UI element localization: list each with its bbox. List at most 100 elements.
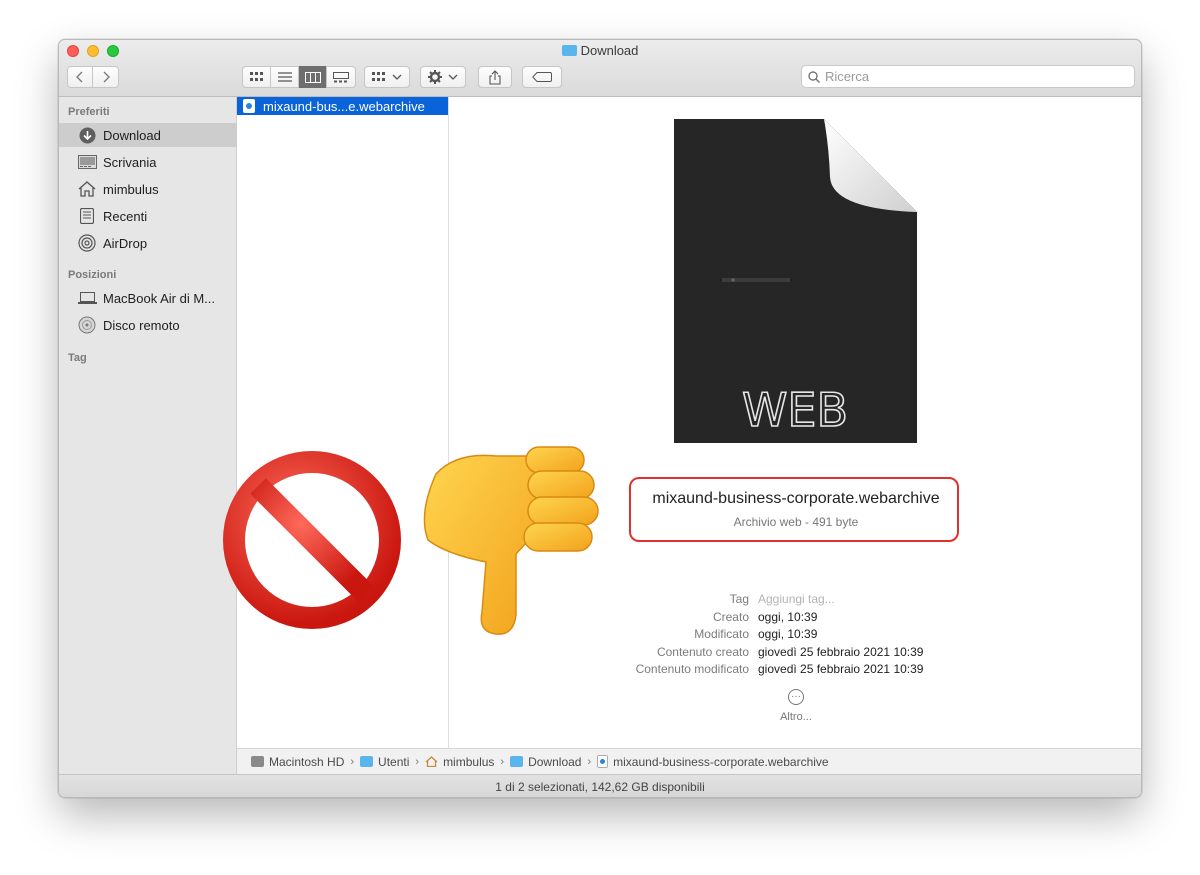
doc-badge-text: WEB bbox=[742, 383, 848, 437]
sidebar-item-macbook[interactable]: MacBook Air di M... bbox=[59, 286, 237, 310]
list-view-button[interactable] bbox=[271, 66, 300, 88]
back-button[interactable] bbox=[68, 66, 94, 88]
sidebar-header-locations: Posizioni bbox=[68, 269, 117, 281]
gallery-view-icon bbox=[333, 71, 350, 82]
info-value: oggi, 10:39 bbox=[758, 627, 818, 641]
airdrop-icon bbox=[77, 234, 97, 252]
info-label: Tag bbox=[729, 592, 749, 606]
sidebar-item-mimbulus[interactable]: mimbulus bbox=[59, 177, 237, 201]
status-bar: 1 di 2 selezionati, 142,62 GB disponibil… bbox=[59, 774, 1141, 797]
info-value: giovedì 25 febbraio 2021 10:39 bbox=[758, 645, 924, 659]
crumb-label: Macintosh HD bbox=[269, 754, 345, 769]
sidebar: Preferiti Download Scrivania mimbulus Re… bbox=[59, 97, 237, 774]
grid-view-icon bbox=[249, 72, 263, 81]
desktop-icon bbox=[77, 153, 97, 171]
crumb-label: mixaund-business-corporate.webarchive bbox=[613, 754, 829, 769]
file-column: mixaund-bus...e.webarchive bbox=[237, 97, 449, 748]
folder-icon bbox=[360, 756, 374, 767]
hard-drive-icon bbox=[251, 756, 264, 767]
column-view-button[interactable] bbox=[299, 66, 328, 88]
crumb-label: mimbulus bbox=[443, 754, 495, 769]
home-icon bbox=[77, 180, 97, 198]
prohibited-sign-icon bbox=[223, 451, 401, 629]
path-crumb-mimbulus[interactable]: mimbulus bbox=[425, 755, 494, 769]
group-by-button[interactable] bbox=[364, 66, 410, 88]
path-crumb-file[interactable]: mixaund-business-corporate.webarchive bbox=[597, 754, 829, 769]
share-button[interactable] bbox=[478, 66, 512, 88]
info-row-content-created: Contenuto creato giovedì 25 febbraio 202… bbox=[449, 645, 1141, 662]
sidebar-header-tags: Tag bbox=[68, 352, 87, 364]
window-title-text: Download bbox=[580, 43, 639, 58]
info-row-content-modified: Contenuto modificato giovedì 25 febbraio… bbox=[449, 662, 1141, 679]
info-value: oggi, 10:39 bbox=[758, 610, 818, 624]
folder-icon bbox=[510, 756, 524, 767]
nav-buttons bbox=[67, 66, 119, 88]
more-label: Altro... bbox=[780, 711, 812, 723]
more-button[interactable]: ··· Altro... bbox=[766, 689, 826, 723]
sidebar-item-label: mimbulus bbox=[103, 181, 159, 197]
share-icon bbox=[489, 69, 501, 85]
add-tags-field[interactable]: Aggiungi tag... bbox=[758, 592, 835, 606]
sidebar-item-label: MacBook Air di M... bbox=[103, 290, 215, 306]
ellipsis-icon: ··· bbox=[788, 689, 804, 705]
webarchive-file-icon bbox=[597, 755, 609, 768]
search-input[interactable] bbox=[825, 69, 1105, 84]
download-icon bbox=[77, 126, 97, 144]
sidebar-item-label: AirDrop bbox=[103, 235, 148, 251]
sidebar-item-download[interactable]: Download bbox=[59, 123, 237, 147]
forward-button[interactable] bbox=[93, 66, 118, 88]
search-icon bbox=[808, 70, 820, 83]
chevron-down-icon bbox=[392, 74, 402, 80]
path-crumb-download[interactable]: Download bbox=[510, 755, 581, 769]
filename-highlight-box bbox=[629, 477, 959, 542]
gallery-view-button[interactable] bbox=[327, 66, 355, 88]
sidebar-header-favorites: Preferiti bbox=[68, 106, 110, 118]
info-label: Contenuto creato bbox=[656, 645, 749, 659]
column-view-icon bbox=[304, 71, 321, 83]
sidebar-item-label: Download bbox=[103, 127, 161, 143]
crumb-label: Utenti bbox=[378, 754, 410, 769]
document-preview-icon: WEB bbox=[674, 119, 917, 443]
preview-pane: WEB mixaund-business-corporate.webarchiv… bbox=[449, 97, 1141, 748]
sidebar-item-scrivania[interactable]: Scrivania bbox=[59, 150, 237, 174]
sidebar-item-label: Scrivania bbox=[103, 154, 157, 170]
info-label: Creato bbox=[712, 610, 749, 624]
info-value: giovedì 25 febbraio 2021 10:39 bbox=[758, 662, 924, 676]
sidebar-item-label: Recenti bbox=[103, 208, 148, 224]
crumb-label: Download bbox=[528, 754, 582, 769]
sidebar-item-airdrop[interactable]: AirDrop bbox=[59, 231, 237, 255]
action-menu-button[interactable] bbox=[420, 66, 466, 88]
view-mode-segmented bbox=[242, 66, 356, 88]
info-label: Modificato bbox=[694, 627, 749, 641]
recents-icon bbox=[77, 207, 97, 225]
path-bar: Macintosh HD › Utenti › mimbulus › Downl… bbox=[237, 748, 1141, 774]
chevron-right-icon bbox=[103, 71, 110, 83]
sidebar-item-recenti[interactable]: Recenti bbox=[59, 204, 237, 228]
titlebar: Download bbox=[59, 40, 1141, 97]
gear-icon bbox=[428, 70, 442, 84]
file-row-selected[interactable]: mixaund-bus...e.webarchive bbox=[237, 97, 448, 115]
chevron-right-icon: › bbox=[500, 755, 505, 768]
icon-view-button[interactable] bbox=[243, 66, 272, 88]
list-view-icon bbox=[277, 72, 292, 82]
search-field[interactable] bbox=[801, 65, 1135, 88]
chevron-right-icon: › bbox=[415, 755, 420, 768]
webarchive-file-icon bbox=[243, 99, 255, 113]
sidebar-item-disco-remoto[interactable]: Disco remoto bbox=[59, 313, 237, 337]
window-title: Download bbox=[59, 43, 1141, 58]
tag-icon bbox=[532, 72, 552, 82]
chevron-down-icon bbox=[448, 74, 458, 80]
chevron-right-icon: › bbox=[350, 755, 355, 768]
path-crumb-macintosh-hd[interactable]: Macintosh HD bbox=[251, 755, 344, 769]
path-crumb-utenti[interactable]: Utenti bbox=[360, 755, 409, 769]
home-icon bbox=[425, 756, 438, 767]
chevron-right-icon: › bbox=[587, 755, 592, 768]
finder-window: Download Ricerca Preferiti Download Scri… bbox=[58, 39, 1142, 798]
disc-icon bbox=[77, 316, 97, 334]
info-label: Contenuto modificato bbox=[635, 662, 749, 676]
folder-icon bbox=[561, 45, 577, 56]
file-row-label: mixaund-bus...e.webarchive bbox=[263, 98, 425, 114]
sidebar-item-label: Disco remoto bbox=[103, 317, 180, 333]
edit-tags-button[interactable] bbox=[522, 66, 562, 88]
chevron-left-icon bbox=[76, 71, 83, 83]
